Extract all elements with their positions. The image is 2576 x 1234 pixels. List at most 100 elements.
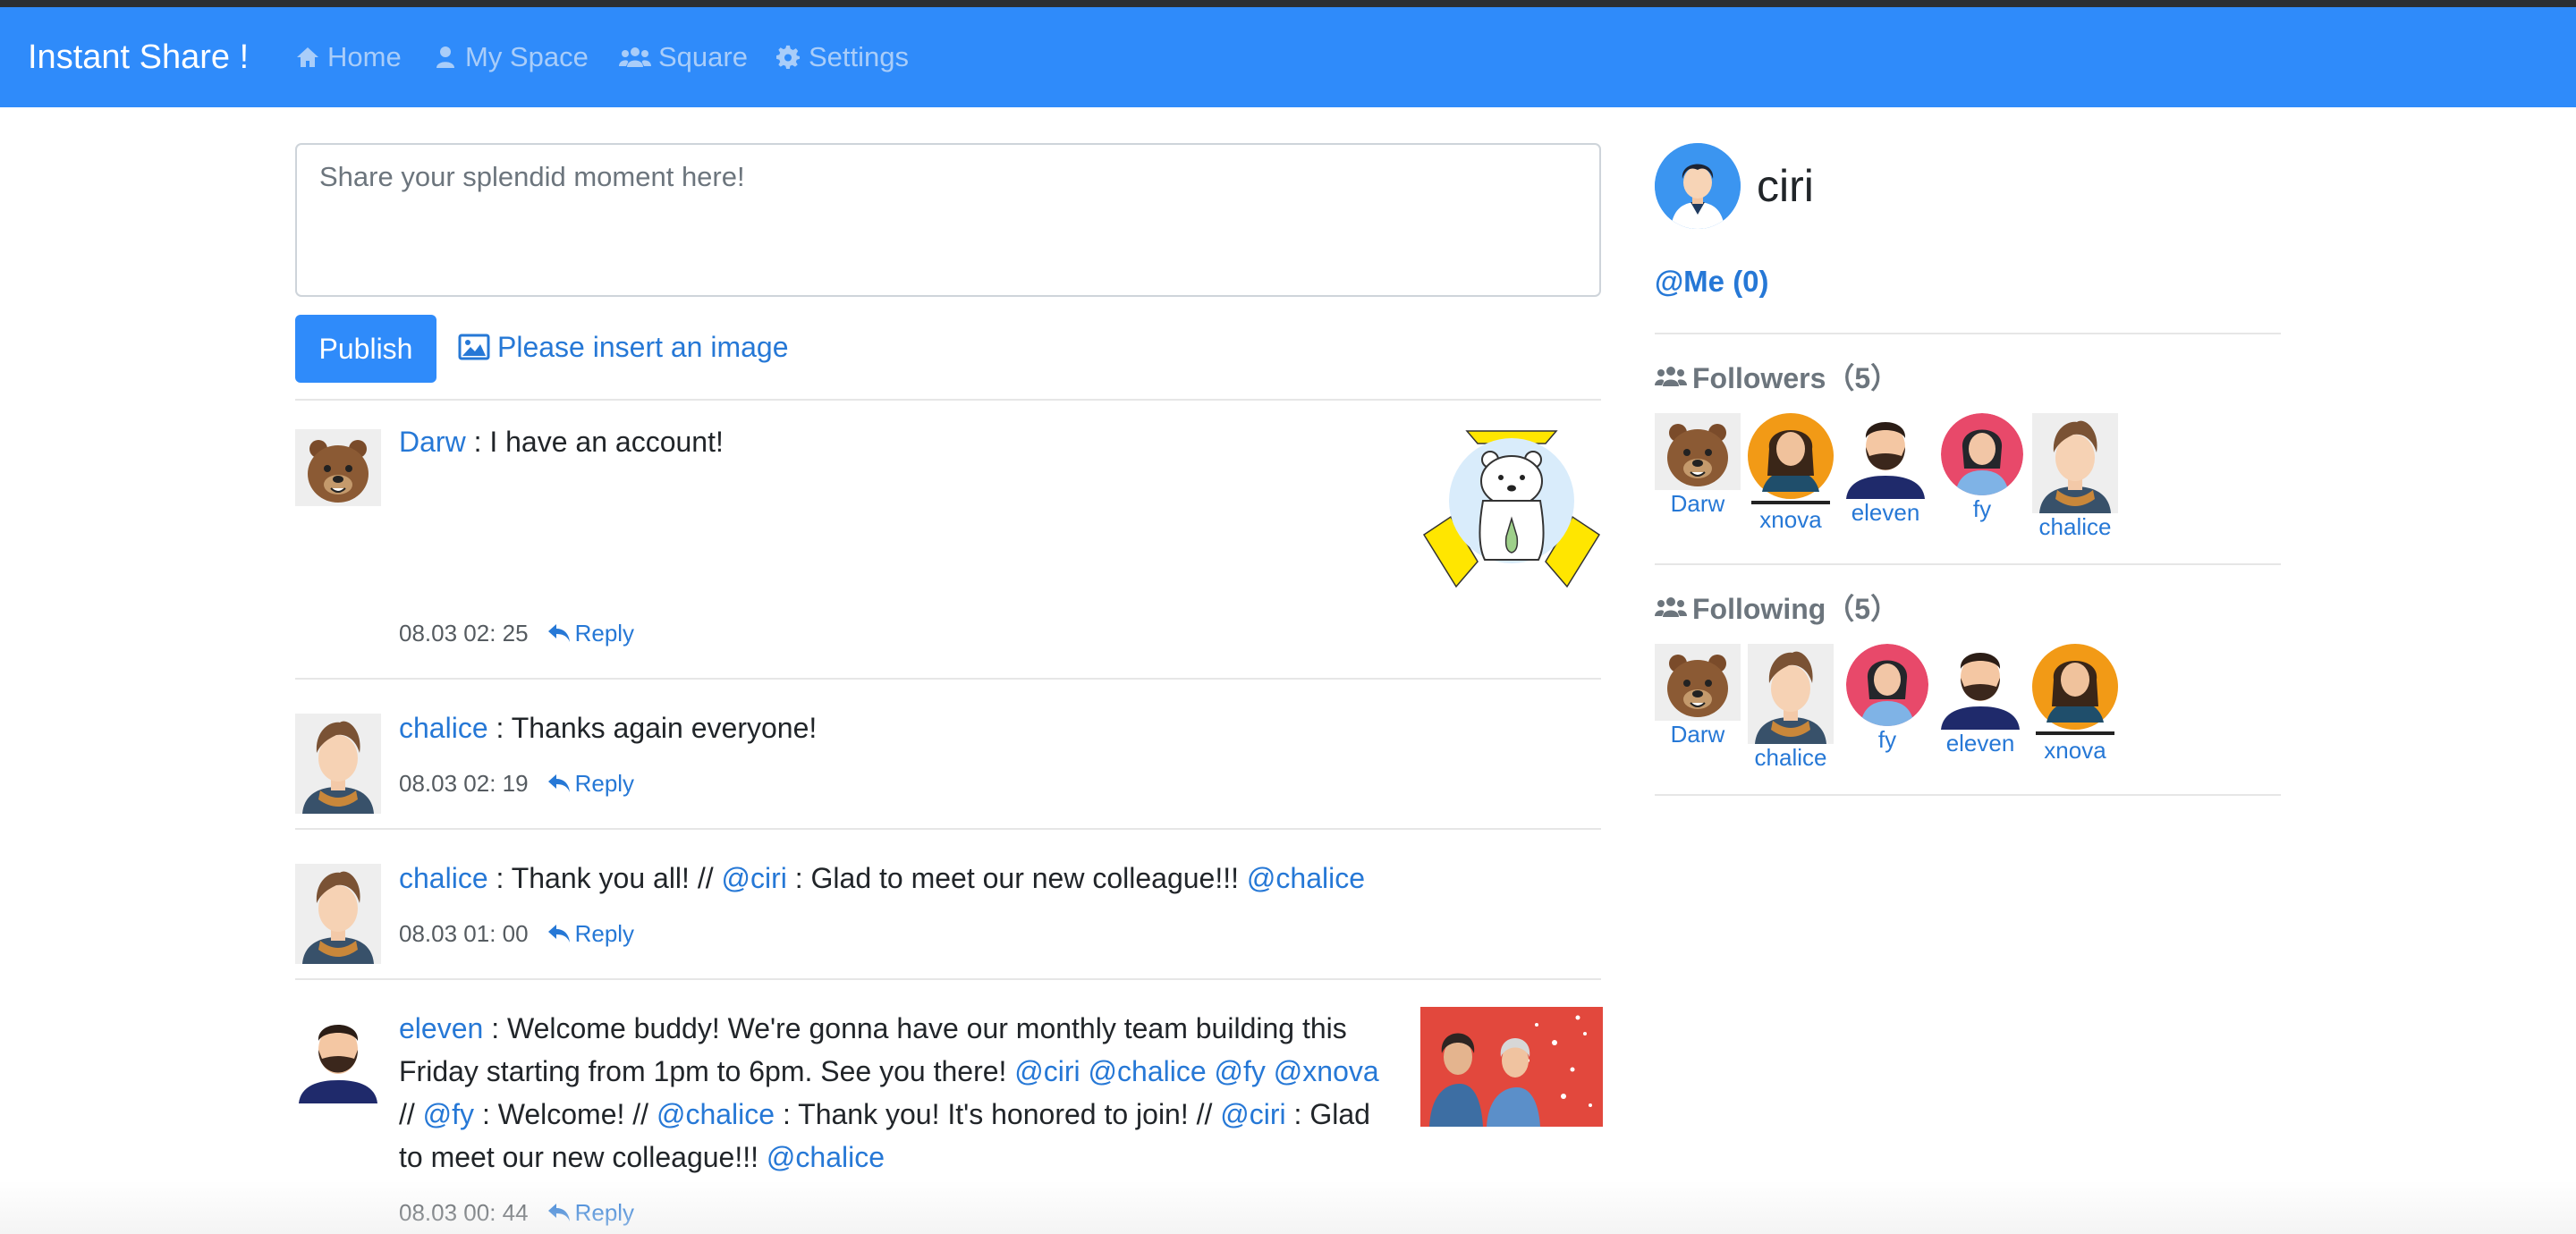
- follower-name: xnova: [1759, 506, 1822, 533]
- post-body-text: //: [399, 1098, 423, 1130]
- post-time: 08.03 00: 44: [399, 1198, 529, 1226]
- divider: [295, 678, 1601, 680]
- following-xnova[interactable]: xnova: [2032, 644, 2118, 764]
- post-author[interactable]: Darw: [399, 426, 466, 458]
- profile-username: ciri: [1757, 161, 1814, 211]
- post-avatar-chalice[interactable]: [295, 864, 381, 964]
- eleven-avatar-icon: [1843, 413, 1928, 499]
- post-author[interactable]: chalice: [399, 712, 488, 744]
- mention-link[interactable]: @ciri: [1220, 1098, 1285, 1130]
- post-body-text: [1266, 1055, 1274, 1087]
- post-body-text: [1207, 1055, 1215, 1087]
- post-avatar-darw[interactable]: [295, 429, 381, 506]
- reply-label: Reply: [574, 619, 635, 647]
- xnova-avatar-icon: [1748, 413, 1834, 504]
- mention-link[interactable]: @chalice: [1089, 1055, 1207, 1087]
- post-image[interactable]: [1420, 1007, 1603, 1127]
- insert-image-link[interactable]: Please insert an image: [458, 327, 789, 367]
- post-text: eleven : Welcome buddy! We're gonna have…: [399, 1007, 1392, 1179]
- nav-home[interactable]: Home: [295, 39, 402, 75]
- following-name: Darw: [1670, 721, 1725, 748]
- bottom-fade: [0, 1180, 2576, 1234]
- mention-link[interactable]: @fy: [1215, 1055, 1266, 1087]
- publish-button[interactable]: Publish: [295, 315, 436, 383]
- reply-button[interactable]: Reply: [547, 1199, 634, 1227]
- follower-chalice[interactable]: chalice: [2032, 413, 2118, 540]
- brand-logo[interactable]: Instant Share !: [28, 36, 249, 79]
- mention-link[interactable]: @xnova: [1274, 1055, 1379, 1087]
- eleven-avatar-icon: [295, 1014, 381, 1103]
- mention-link[interactable]: @chalice: [1247, 862, 1365, 894]
- following-name: chalice: [1754, 744, 1827, 771]
- post-avatar-eleven[interactable]: [295, 1014, 381, 1103]
- divider: [295, 828, 1601, 830]
- chalice-avatar-icon: [295, 714, 381, 814]
- insert-image-label: Please insert an image: [497, 330, 789, 363]
- mention-link[interactable]: @ciri: [1014, 1055, 1080, 1087]
- post-author[interactable]: chalice: [399, 862, 488, 894]
- reply-button[interactable]: Reply: [547, 620, 634, 647]
- nav-square[interactable]: Square: [619, 39, 748, 75]
- reply-button[interactable]: Reply: [547, 920, 634, 948]
- at-me-link[interactable]: @Me (0): [1655, 265, 1769, 299]
- mention-link[interactable]: @ciri: [721, 862, 786, 894]
- share-input[interactable]: [295, 143, 1601, 297]
- post-meta: 08.03 01: 00 Reply: [399, 916, 634, 951]
- post-avatar-chalice[interactable]: [295, 714, 381, 814]
- divider: [1655, 333, 2281, 334]
- following-name: xnova: [2044, 737, 2106, 764]
- post-text: chalice : Thank you all! // @ciri : Glad…: [399, 857, 1562, 900]
- nav-settings[interactable]: Settings: [776, 39, 909, 75]
- post-body-text: : Thank you! It's honored to join! //: [775, 1098, 1221, 1130]
- eleven-avatar-icon: [1937, 644, 2023, 730]
- follower-darw[interactable]: Darw: [1655, 413, 1741, 517]
- follower-eleven[interactable]: eleven: [1843, 413, 1928, 526]
- mention-link[interactable]: @chalice: [657, 1098, 775, 1130]
- party-photo-icon: [1420, 1007, 1603, 1127]
- divider: [1655, 563, 2281, 565]
- navbar: Instant Share ! Home My Space Square Set…: [0, 7, 2576, 107]
- profile-avatar[interactable]: [1655, 143, 1741, 229]
- follower-fy[interactable]: fy: [1939, 413, 2025, 522]
- post-body-text: : Glad to meet our new colleague!!!: [786, 862, 1247, 894]
- following-chalice[interactable]: chalice: [1748, 644, 1834, 771]
- fy-avatar-icon: [1846, 644, 1928, 726]
- post-body: : Welcome buddy! We're gonna have our mo…: [399, 1012, 1379, 1173]
- following-darw[interactable]: Darw: [1655, 644, 1741, 748]
- reply-label: Reply: [574, 919, 635, 947]
- nav-my-space-label: My Space: [465, 41, 589, 72]
- users-icon: [1655, 597, 1687, 617]
- post-meta: 08.03 02: 19 Reply: [399, 765, 634, 801]
- follower-xnova[interactable]: xnova: [1748, 413, 1834, 533]
- fy-avatar-icon: [1941, 413, 2023, 495]
- polar-bear-sticker-icon: [1422, 430, 1601, 588]
- user-icon: [436, 46, 454, 68]
- window-top-edge: [0, 0, 2576, 7]
- nav-my-space[interactable]: My Space: [433, 39, 589, 75]
- users-icon: [1655, 367, 1687, 386]
- xnova-avatar-icon: [2032, 644, 2118, 735]
- post-time: 08.03 02: 19: [399, 769, 529, 797]
- post-body-text: : Welcome! //: [474, 1098, 657, 1130]
- post-body: : Thank you all! // @ciri : Glad to meet…: [487, 862, 1366, 894]
- mention-link[interactable]: @chalice: [767, 1141, 885, 1173]
- post-body-text: : Thank you all! //: [487, 862, 722, 894]
- following-heading: Following（5）: [1655, 587, 1899, 628]
- following-name: fy: [1877, 726, 1897, 753]
- bear-avatar-icon: [1655, 644, 1741, 721]
- reply-button[interactable]: Reply: [547, 770, 634, 798]
- following-fy[interactable]: fy: [1844, 644, 1930, 753]
- post-time: 08.03 02: 25: [399, 619, 529, 647]
- home-icon: [297, 47, 318, 67]
- reply-label: Reply: [574, 1198, 635, 1226]
- user-avatar-icon: [1655, 143, 1741, 229]
- post-body: : Thanks again everyone!: [487, 712, 818, 744]
- post-image[interactable]: [1420, 426, 1603, 597]
- follower-name: Darw: [1670, 490, 1725, 517]
- following-eleven[interactable]: eleven: [1937, 644, 2023, 756]
- reply-icon: [547, 624, 570, 642]
- post-author[interactable]: eleven: [399, 1012, 483, 1044]
- followers-label: Followers（5）: [1692, 362, 1900, 394]
- chalice-avatar-icon: [295, 864, 381, 964]
- mention-link[interactable]: @fy: [423, 1098, 474, 1130]
